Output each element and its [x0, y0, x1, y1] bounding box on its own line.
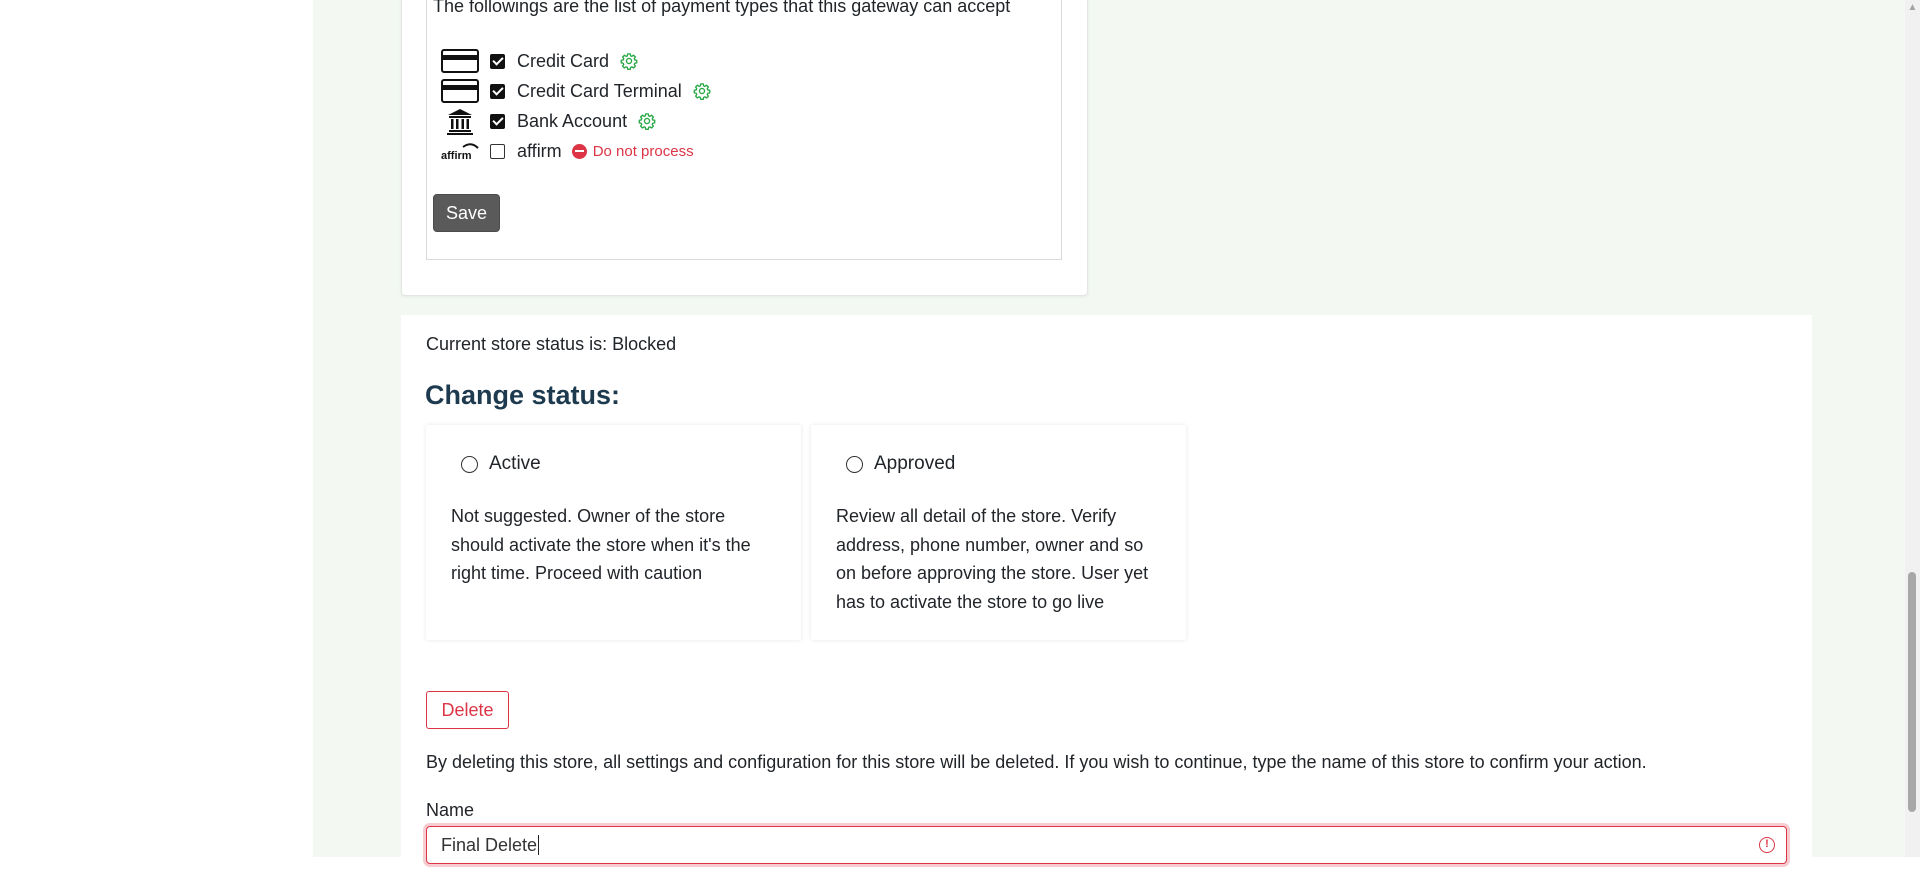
payment-types-intro: The followings are the list of payment t…: [433, 0, 1011, 16]
bank-account-checkbox[interactable]: [490, 113, 505, 129]
name-field-label: Name: [426, 800, 475, 820]
status-option-label: Active: [489, 453, 541, 474]
payment-type-label: Bank Account: [517, 110, 628, 131]
payment-type-label: affirm: [517, 140, 562, 161]
gear-icon[interactable]: [638, 112, 656, 130]
payment-type-row: affirm affirm Do not process: [440, 136, 694, 166]
bank-icon: [440, 108, 480, 135]
delete-button[interactable]: Delete: [426, 691, 509, 729]
status-radio-approved[interactable]: Approved: [846, 453, 955, 475]
radio-button[interactable]: [461, 455, 478, 473]
status-radio-active[interactable]: Active: [461, 453, 541, 475]
current-status-text: Current store status is: Blocked: [426, 334, 677, 354]
payment-type-row: Credit Card Terminal: [440, 76, 711, 106]
error-icon: !: [1759, 837, 1775, 853]
delete-warning-text: By deleting this store, all settings and…: [426, 752, 1647, 772]
store-name-value: Final Delete: [441, 834, 538, 855]
gear-icon[interactable]: [620, 52, 638, 70]
text-caret: [538, 835, 540, 855]
svg-text:affirm: affirm: [441, 150, 472, 161]
no-entry-icon: [571, 143, 587, 159]
radio-button[interactable]: [846, 455, 863, 473]
gear-icon[interactable]: [693, 82, 711, 100]
affirm-logo: affirm: [440, 138, 480, 164]
payment-type-row: Bank Account: [440, 106, 656, 136]
payment-type-label: Credit Card Terminal: [517, 80, 682, 101]
payment-type-row: Credit Card: [440, 46, 638, 76]
status-option-description: Review all detail of the store. Verify a…: [836, 506, 1149, 612]
credit-card-terminal-icon: [440, 78, 480, 104]
scroll-up-arrow-icon[interactable]: ▲: [1905, 0, 1920, 16]
save-button[interactable]: Save: [433, 194, 500, 232]
do-not-process-label: Do not process: [592, 142, 694, 160]
status-option-label: Approved: [874, 453, 956, 474]
credit-card-checkbox[interactable]: [490, 53, 505, 69]
do-not-process-status: Do not process: [571, 142, 694, 160]
change-status-heading: Change status:: [425, 380, 621, 410]
credit-card-icon: [440, 48, 480, 74]
scrollbar-thumb[interactable]: [1908, 572, 1916, 812]
store-name-input[interactable]: Final Delete: [426, 826, 1787, 864]
payment-type-label: Credit Card: [517, 50, 610, 71]
status-option-description: Not suggested. Owner of the store should…: [451, 506, 751, 583]
credit-card-terminal-checkbox[interactable]: [490, 83, 505, 99]
affirm-checkbox[interactable]: [490, 143, 505, 159]
